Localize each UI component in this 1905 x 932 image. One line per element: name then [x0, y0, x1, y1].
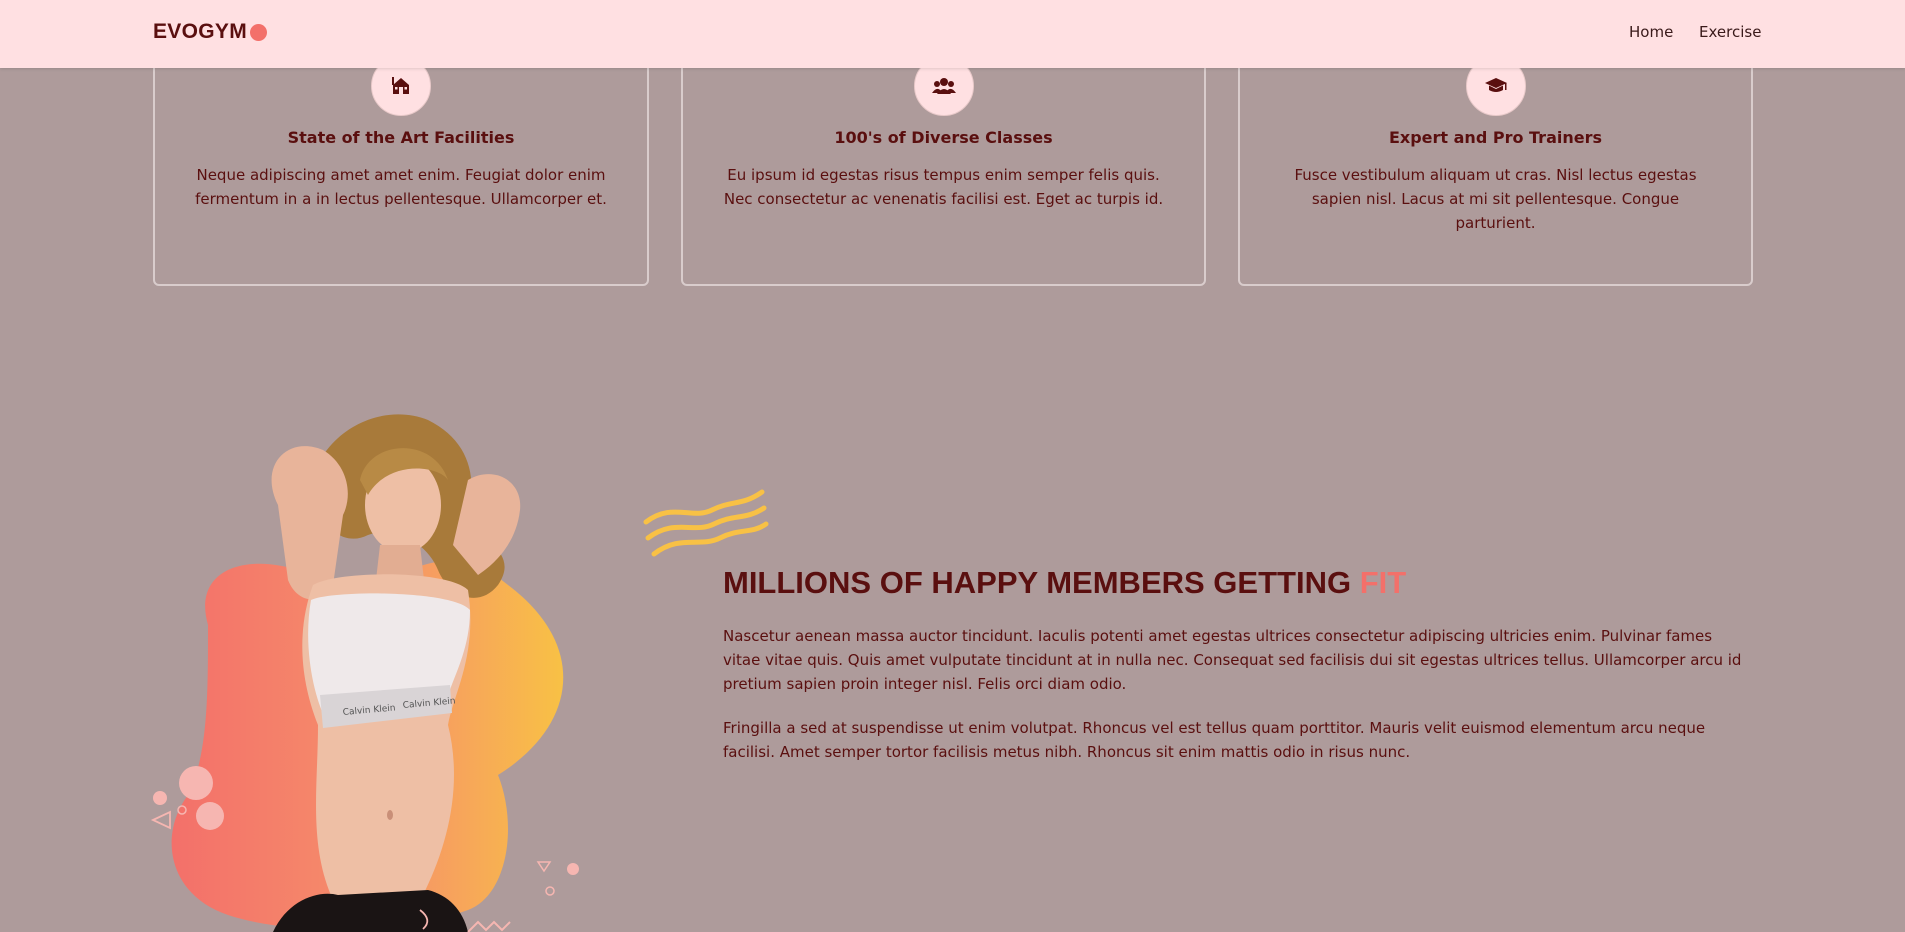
abstract-waves-icon: [643, 489, 769, 557]
logo-dot-icon: [249, 23, 267, 41]
benefit-card-facilities: State of the Art Facilities Neque adipis…: [153, 40, 649, 286]
benefits-page-graphic: Calvin Klein Calvin Klein: [150, 414, 579, 932]
members-paragraph: Nascetur aenean massa auctor tincidunt. …: [723, 627, 1742, 693]
members-heading-main: MILLIONS OF HAPPY MEMBERS GETTING: [723, 565, 1352, 600]
benefit-title: State of the Art Facilities: [287, 128, 515, 147]
benefit-description: Eu ipsum id egestas risus tempus enim se…: [723, 166, 1164, 208]
benefit-card-trainers: Expert and Pro Trainers Fusce vestibulum…: [1238, 40, 1753, 286]
benefit-description: Neque adipiscing amet amet enim. Feugiat…: [195, 166, 607, 208]
benefit-title: 100's of Diverse Classes: [834, 128, 1053, 147]
nav-link-home[interactable]: Home: [1629, 23, 1673, 41]
benefit-title: Expert and Pro Trainers: [1388, 128, 1603, 147]
benefit-description: Fusce vestibulum aliquam ut cras. Nisl l…: [1294, 166, 1697, 232]
logo-text: EVOGYM: [153, 20, 247, 43]
members-paragraph: Fringilla a sed at suspendisse ut enim v…: [723, 719, 1706, 761]
navbar: EVOGYM Home Exercise: [0, 0, 1905, 68]
members-heading: MILLIONS OF HAPPY MEMBERS GETTING FIT: [723, 565, 1406, 601]
members-heading-accent: FIT: [1359, 565, 1407, 600]
nav-link-exercise[interactable]: Exercise: [1699, 23, 1761, 41]
benefit-card-classes: 100's of Diverse Classes Eu ipsum id ege…: [681, 40, 1206, 286]
logo[interactable]: EVOGYM: [153, 19, 267, 45]
